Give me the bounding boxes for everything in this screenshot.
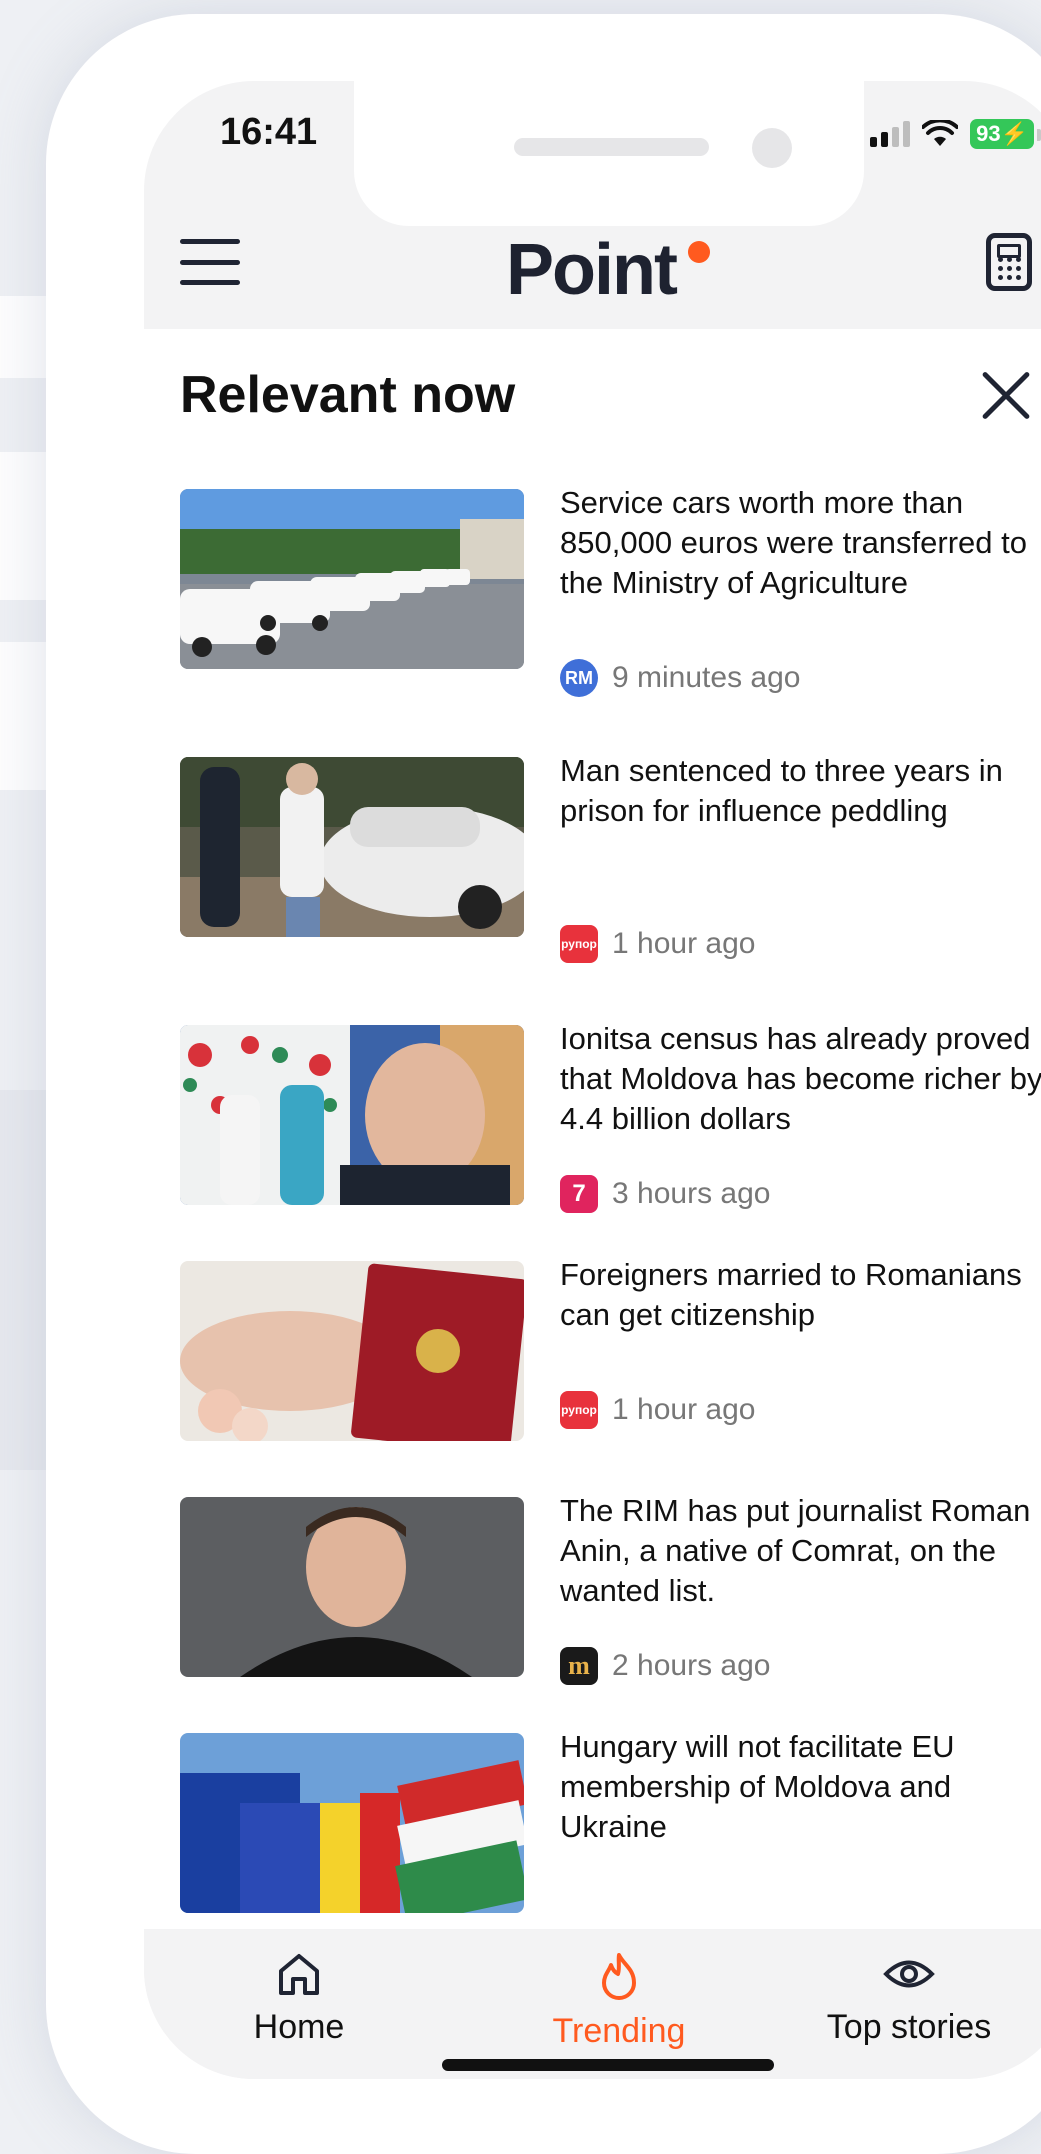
nav-top-stories[interactable]: Top stories bbox=[814, 1951, 1004, 2047]
calculator-icon[interactable] bbox=[986, 233, 1032, 291]
news-title: The RIM has put journalist Roman Anin, a… bbox=[560, 1493, 1031, 1608]
seven-source-icon: 7 bbox=[560, 1175, 598, 1213]
section-title: Relevant now bbox=[180, 366, 516, 424]
logo-dot bbox=[688, 241, 710, 263]
news-thumbnail bbox=[180, 1261, 524, 1441]
news-meta: рупор 1 hour ago bbox=[560, 925, 755, 963]
news-meta: 7 3 hours ago bbox=[560, 1175, 770, 1213]
nav-trending-label: Trending bbox=[552, 2012, 686, 2050]
relevant-now-panel: Relevant now Service cars worth more tha… bbox=[144, 329, 1041, 1929]
news-thumbnail bbox=[180, 1497, 524, 1677]
news-time: 1 hour ago bbox=[612, 1393, 756, 1426]
home-indicator[interactable] bbox=[442, 2059, 774, 2071]
speaker bbox=[514, 138, 709, 156]
phone-screen: 16:41 93⚡ Point Relevant now Service car… bbox=[144, 81, 1041, 2079]
news-meta: RM 9 minutes ago bbox=[560, 659, 800, 697]
rupor-source-icon: рупор bbox=[560, 1391, 598, 1429]
front-camera bbox=[752, 128, 792, 168]
nav-home-label: Home bbox=[253, 2008, 345, 2046]
news-title: Service cars worth more than 850,000 eur… bbox=[560, 485, 1027, 600]
flame-icon bbox=[602, 1953, 636, 2000]
news-thumbnail bbox=[180, 757, 524, 937]
news-thumbnail bbox=[180, 489, 524, 669]
bottom-navigation: Home Trending Top stories bbox=[144, 1929, 1041, 2079]
news-thumbnail bbox=[180, 1733, 524, 1913]
phone-notch bbox=[354, 81, 864, 226]
news-thumbnail bbox=[180, 1025, 524, 1205]
nav-home[interactable]: Home bbox=[224, 1951, 374, 2047]
news-title: Man sentenced to three years in prison f… bbox=[560, 753, 1003, 828]
news-time: 3 hours ago bbox=[612, 1177, 771, 1210]
news-time: 2 hours ago bbox=[612, 1649, 771, 1682]
app-logo: Point bbox=[506, 230, 678, 310]
close-icon[interactable] bbox=[980, 369, 1032, 421]
app-header: Point bbox=[144, 211, 1041, 329]
home-icon bbox=[279, 1954, 319, 1995]
news-title: Ionitsa census has already proved that M… bbox=[560, 1021, 1041, 1136]
battery-icon: 93⚡ bbox=[970, 119, 1041, 149]
news-time: 9 minutes ago bbox=[612, 661, 801, 694]
news-title: Hungary will not facilitate EU membershi… bbox=[560, 1729, 955, 1844]
nav-top-stories-label: Top stories bbox=[826, 2008, 992, 2046]
status-time: 16:41 bbox=[220, 111, 318, 153]
news-time: 1 hour ago bbox=[612, 927, 756, 960]
rupor-source-icon: рупор bbox=[560, 925, 598, 963]
news-meta: m 2 hours ago bbox=[560, 1647, 770, 1685]
news-meta: рупор 1 hour ago bbox=[560, 1391, 755, 1429]
nav-trending[interactable]: Trending bbox=[529, 1951, 709, 2051]
status-icons: 93⚡ bbox=[870, 119, 1041, 149]
m-source-icon: m bbox=[560, 1647, 598, 1685]
rm-source-icon: RM bbox=[560, 659, 598, 697]
eye-icon bbox=[883, 1960, 935, 1988]
wifi-icon bbox=[922, 120, 959, 146]
hamburger-menu-icon[interactable] bbox=[180, 239, 240, 285]
battery-level: 93 bbox=[976, 121, 1001, 146]
cellular-signal-icon bbox=[870, 121, 911, 147]
phone-frame: 16:41 93⚡ Point Relevant now Service car… bbox=[46, 14, 1041, 2154]
news-title: Foreigners married to Romanians can get … bbox=[560, 1257, 1022, 1332]
